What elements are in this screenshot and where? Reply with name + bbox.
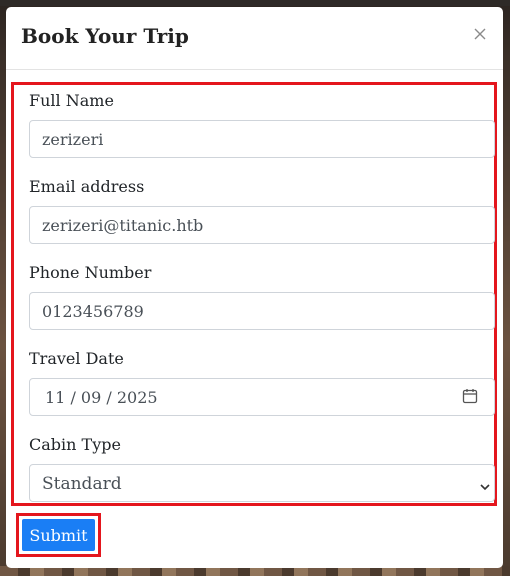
email-input[interactable]: [29, 206, 495, 244]
phone-label: Phone Number: [29, 263, 152, 282]
full-name-input[interactable]: [29, 120, 495, 158]
modal-title: Book Your Trip: [21, 24, 189, 48]
modal-header: Book Your Trip: [6, 7, 503, 70]
travel-date-value: 11 / 09 / 2025: [45, 388, 158, 407]
email-label: Email address: [29, 177, 145, 196]
travel-date-label: Travel Date: [29, 349, 124, 368]
chevron-down-icon: [479, 478, 491, 497]
close-icon: [474, 28, 486, 40]
full-name-label: Full Name: [29, 91, 114, 110]
travel-date-input[interactable]: 11 / 09 / 2025: [29, 378, 495, 416]
phone-input[interactable]: [29, 292, 495, 330]
close-button[interactable]: [471, 25, 489, 43]
cabin-type-label: Cabin Type: [29, 435, 121, 454]
cabin-type-select[interactable]: Standard: [29, 464, 495, 502]
backdrop-top-bar: [0, 0, 510, 6]
booking-modal: Book Your Trip Full Name Email address P…: [6, 7, 503, 568]
cabin-type-value: Standard: [42, 474, 122, 494]
submit-highlight: Submit: [16, 513, 101, 557]
calendar-icon[interactable]: [462, 388, 478, 408]
booking-form: Full Name Email address Phone Number Tra…: [11, 82, 497, 506]
submit-button[interactable]: Submit: [22, 519, 95, 551]
